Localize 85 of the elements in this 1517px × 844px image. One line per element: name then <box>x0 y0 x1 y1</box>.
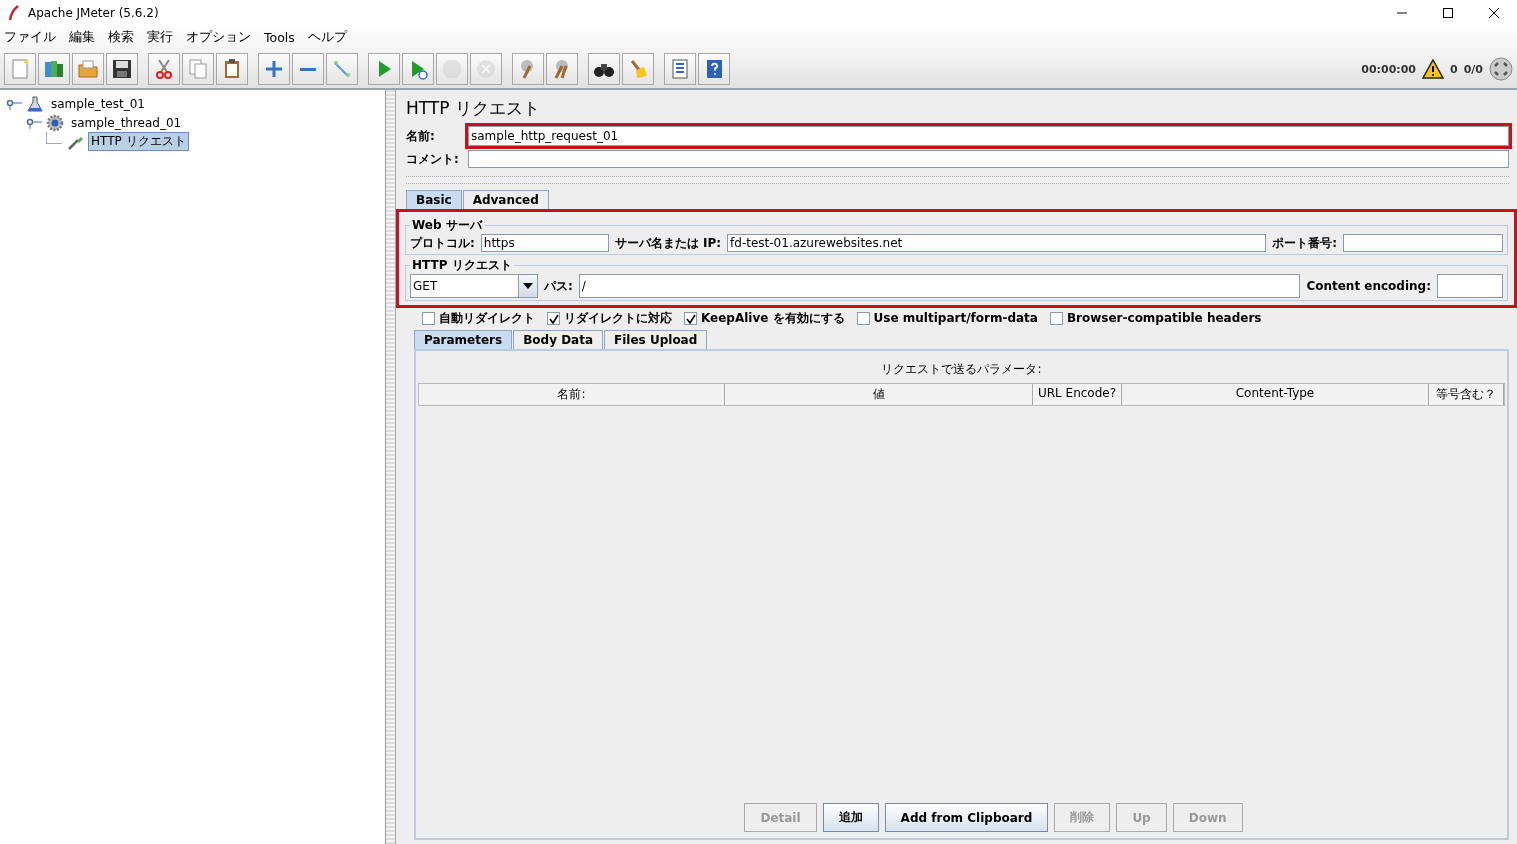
method-dropdown[interactable]: GET <box>410 274 538 298</box>
cross-circle-icon <box>474 57 498 81</box>
column-header[interactable]: 等号含む？ <box>1429 384 1504 405</box>
help-book-button[interactable] <box>698 53 730 85</box>
blank-page-button[interactable] <box>4 53 36 85</box>
name-label: 名前: <box>406 127 436 145</box>
menu-item[interactable]: 編集 <box>69 29 95 46</box>
protocol-field[interactable]: https <box>480 234 609 252</box>
checkbox[interactable] <box>684 312 697 325</box>
stop-icon <box>440 57 464 81</box>
splitter-bar[interactable] <box>386 90 396 844</box>
server-label: サーバ名または IP: <box>614 234 722 252</box>
table-caption: リクエストで送るパラメータ: <box>880 361 1043 378</box>
encoding-label: Content encoding: <box>1306 279 1431 293</box>
path-field[interactable]: / <box>578 274 1301 298</box>
tab[interactable]: Files Upload <box>604 330 708 349</box>
folder-icon <box>76 57 100 81</box>
action-button[interactable]: 追加 <box>822 803 879 832</box>
window-title: Apache JMeter (5.6.2) <box>28 5 159 20</box>
menu-item[interactable]: Tools <box>264 30 295 45</box>
checkbox[interactable] <box>856 312 870 325</box>
checkbox[interactable] <box>547 312 560 325</box>
menu-item[interactable]: オプション <box>186 29 251 46</box>
comment-label: コメント: <box>406 150 460 168</box>
error-count: 0 <box>1450 62 1458 76</box>
checkbox[interactable] <box>422 312 435 325</box>
list-button[interactable] <box>664 53 696 85</box>
expand-handle-icon[interactable] <box>26 116 42 129</box>
binoculars-button[interactable] <box>588 53 620 85</box>
tree-item[interactable]: sample_test_01 <box>48 95 148 112</box>
column-header[interactable]: 名前: <box>419 384 725 405</box>
comment-field[interactable] <box>468 150 1509 168</box>
warning-icon[interactable] <box>1422 59 1444 79</box>
encoding-field[interactable] <box>1437 274 1503 298</box>
menu-item[interactable]: 検索 <box>108 29 134 46</box>
menu-item[interactable]: ファイル <box>4 29 56 46</box>
panel-title: HTTP リクエスト <box>406 97 541 120</box>
checkbox-label[interactable]: Use multipart/form-data <box>873 311 1038 326</box>
split-handle[interactable] <box>406 176 1509 184</box>
expand-handle-icon[interactable] <box>6 97 22 110</box>
menu-item[interactable]: ヘルプ <box>307 29 347 46</box>
broom-gear-button[interactable] <box>546 53 578 85</box>
protocol-label: プロトコル: <box>410 234 475 252</box>
checkbox[interactable] <box>1049 312 1063 325</box>
broom-button[interactable] <box>622 53 654 85</box>
tab[interactable]: Advanced <box>462 190 549 209</box>
tree-item[interactable]: sample_thread_01 <box>68 114 185 131</box>
books-button[interactable] <box>38 53 70 85</box>
minus-icon <box>300 67 316 71</box>
tree-item[interactable]: HTTP リクエスト <box>88 132 189 151</box>
column-header[interactable]: URL Encode? <box>1033 384 1122 405</box>
broom-gear-button[interactable] <box>512 53 544 85</box>
play-button[interactable] <box>368 53 400 85</box>
feather-icon <box>8 4 20 21</box>
plus-button[interactable] <box>258 53 290 85</box>
checkbox-label[interactable]: 自動リダイレクト <box>439 311 535 326</box>
clipboard-button[interactable] <box>216 53 248 85</box>
section-title: Web サーバ <box>411 217 484 234</box>
tab[interactable]: Parameters <box>414 330 513 349</box>
elapsed-time: 00:00:00 <box>1361 62 1416 76</box>
checkbox-label[interactable]: KeepAlive を有効にする <box>701 311 845 326</box>
checkbox-label[interactable]: Browser-compatible headers <box>1066 311 1262 326</box>
caret-icon <box>523 283 533 289</box>
tab[interactable]: Body Data <box>513 330 604 349</box>
column-header[interactable]: Content-Type <box>1122 384 1429 405</box>
gear-icon <box>46 113 64 132</box>
section-title: HTTP リクエスト <box>411 257 513 274</box>
port-field[interactable] <box>1343 234 1503 252</box>
port-label: ポート番号: <box>1272 234 1337 252</box>
floppy-disk-button[interactable] <box>106 53 138 85</box>
checkbox-label[interactable]: リダイレクトに対応 <box>564 311 672 326</box>
scissors-button[interactable] <box>148 53 180 85</box>
copy-icon <box>186 57 210 81</box>
action-button[interactable]: Add from Clipboard <box>884 803 1049 832</box>
flask-icon <box>26 94 44 113</box>
play-button[interactable] <box>402 53 434 85</box>
server-field[interactable]: fd-test-01.azurewebsites.net <box>727 234 1267 252</box>
minus-button[interactable] <box>292 53 324 85</box>
path-label: パス: <box>544 277 573 295</box>
tab[interactable]: Basic <box>406 190 462 209</box>
menu-item[interactable]: 実行 <box>147 29 173 46</box>
remote-status-icon <box>1489 57 1513 81</box>
name-field[interactable]: sample_http_request_01 <box>468 126 1509 146</box>
column-header[interactable]: 値 <box>725 384 1033 405</box>
thread-count: 0/0 <box>1463 62 1483 76</box>
